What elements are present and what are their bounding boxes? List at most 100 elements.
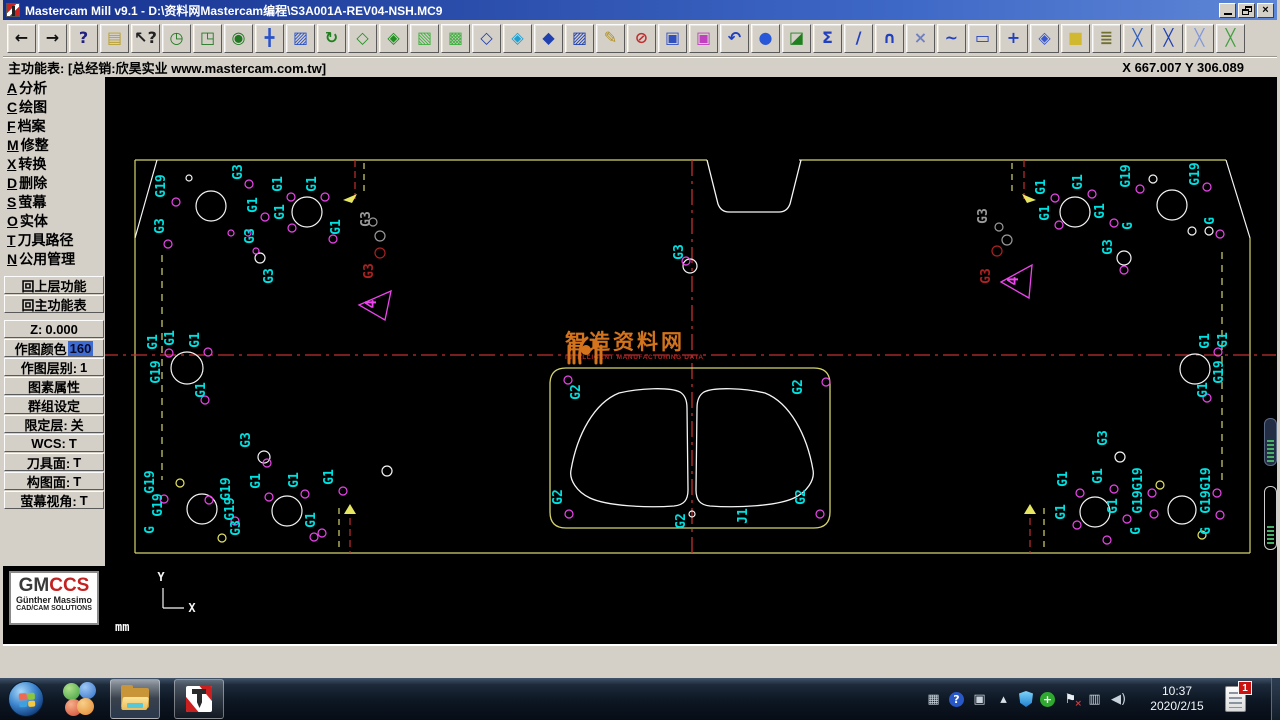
rotate-view-button[interactable]: ↻ bbox=[317, 23, 346, 53]
menu-item-M[interactable]: M 修整 bbox=[3, 136, 105, 155]
hidden-icons-button[interactable]: ▴ bbox=[995, 692, 1012, 707]
network-status-icon[interactable]: ▥ bbox=[1086, 692, 1103, 707]
sidebar-menu: A 分析 C 绘图 F 档案 M 修整 X 转换 D 删除 S 萤幕 O 实体 T 刀具路径 N 公用管理 bbox=[3, 77, 105, 269]
cplane-front-button[interactable]: ◈ bbox=[503, 23, 532, 53]
menu-hotkey: S bbox=[7, 194, 17, 210]
close-button[interactable]: × bbox=[1257, 2, 1274, 18]
nav-button-1[interactable]: 回主功能表 bbox=[4, 295, 104, 313]
menu-item-X[interactable]: X 转换 bbox=[3, 155, 105, 174]
back-button[interactable]: ← bbox=[7, 23, 36, 53]
window-popout-icon[interactable]: ▣ bbox=[971, 692, 988, 707]
cad-circle bbox=[564, 509, 574, 519]
delete-pencil-button[interactable]: ⊘ bbox=[627, 23, 656, 53]
arc-button[interactable]: ∩ bbox=[875, 23, 904, 53]
overlay-slider-top[interactable] bbox=[1264, 418, 1277, 466]
cad-circle bbox=[1122, 514, 1132, 524]
zoom-auto-button[interactable]: ◉ bbox=[224, 23, 253, 53]
security-shield-icon[interactable] bbox=[1019, 691, 1033, 707]
cplane-iso-button[interactable]: ▨ bbox=[565, 23, 594, 53]
cplane-side-button[interactable]: ◆ bbox=[534, 23, 563, 53]
status-button-0[interactable]: Z: 0.000 bbox=[4, 320, 104, 338]
prompt-area[interactable] bbox=[3, 644, 1277, 675]
rectangle-button[interactable]: ▭ bbox=[968, 23, 997, 53]
menu-item-A[interactable]: A 分析 bbox=[3, 79, 105, 98]
status-button-8[interactable]: 构图面: T bbox=[4, 472, 104, 490]
repaint-button[interactable]: ▨ bbox=[286, 23, 315, 53]
trim-curves-button[interactable]: × bbox=[906, 23, 935, 53]
status-button-2[interactable]: 作图层别: 1 bbox=[4, 358, 104, 376]
status-button-5[interactable]: 限定层: 关 bbox=[4, 415, 104, 433]
cad-circle bbox=[1204, 226, 1214, 236]
volume-icon[interactable]: ◀) bbox=[1110, 692, 1127, 707]
restore-button[interactable] bbox=[1238, 2, 1255, 18]
cad-label: G19 bbox=[1119, 164, 1134, 187]
forward-button[interactable]: → bbox=[38, 23, 67, 53]
zoom-window-button[interactable]: ◳ bbox=[193, 23, 222, 53]
gview-iso-button[interactable]: ▩ bbox=[441, 23, 470, 53]
menu-item-S[interactable]: S 萤幕 bbox=[3, 193, 105, 212]
gview-front-button[interactable]: ◈ bbox=[379, 23, 408, 53]
menu-item-C[interactable]: C 绘图 bbox=[3, 98, 105, 117]
file-cabinet-button[interactable]: ▤ bbox=[100, 23, 129, 53]
pan-button[interactable]: ╋ bbox=[255, 23, 284, 53]
status-button-7[interactable]: 刀具面: T bbox=[4, 453, 104, 471]
main-menu-title: 主功能表: [总经销:欣昊实业 www.mastercam.com.tw] bbox=[8, 61, 327, 76]
title-bar[interactable]: Mastercam Mill v9.1 - D:\资料网Mastercam编程\… bbox=[3, 0, 1277, 20]
shading-sphere-button[interactable]: ● bbox=[751, 23, 780, 53]
tray-icons: ▦? ▣ ▴ + ⚑ × ▥ ◀) bbox=[925, 691, 1127, 709]
operations-manager-button[interactable]: ≣ bbox=[1092, 23, 1121, 53]
spline-button[interactable]: ∼ bbox=[937, 23, 966, 53]
xform-trim1-button[interactable]: ╳ bbox=[1123, 23, 1152, 53]
line-button[interactable]: / bbox=[844, 23, 873, 53]
copy-entities-button[interactable]: ▣ bbox=[658, 23, 687, 53]
status-button-3[interactable]: 图素属性 bbox=[4, 377, 104, 395]
menu-item-N[interactable]: N 公用管理 bbox=[3, 250, 105, 269]
analyze-cursor-button[interactable]: ↖? bbox=[131, 23, 160, 53]
attributes-pencil-button[interactable]: ✎ bbox=[596, 23, 625, 53]
taskbar-clock[interactable]: 10:37 2020/2/15 bbox=[1144, 684, 1210, 714]
pinned-app-icon[interactable] bbox=[62, 682, 96, 716]
calculator-sigma-button[interactable]: Σ bbox=[813, 23, 842, 53]
menu-item-O[interactable]: O 实体 bbox=[3, 212, 105, 231]
solids-box-button[interactable]: ■ bbox=[1061, 23, 1090, 53]
start-button[interactable] bbox=[8, 681, 44, 717]
mastercam-app-icon bbox=[6, 3, 20, 17]
zoom-dynamic-button[interactable]: ◷ bbox=[162, 23, 191, 53]
drawing-canvas[interactable]: G19 G3 G3 G1 G1 G1 G1 G1 G3 G3 G3 G3 4 G3 G3 G3 4 G1 G1 G19… bbox=[105, 77, 1277, 644]
mastercam-taskbar-button[interactable] bbox=[174, 679, 224, 719]
notification-doc-icon[interactable]: 1 bbox=[1225, 681, 1252, 712]
xform-trim3-button[interactable]: ╳ bbox=[1185, 23, 1214, 53]
show-desktop-button[interactable] bbox=[1271, 678, 1280, 720]
status-button-1[interactable]: 作图颜色 160 bbox=[4, 339, 104, 357]
surface-button[interactable]: ◈ bbox=[1030, 23, 1059, 53]
undo-button[interactable]: ↶ bbox=[720, 23, 749, 53]
action-center-flag-icon[interactable]: ⚑ × bbox=[1062, 692, 1082, 709]
menu-item-D[interactable]: D 删除 bbox=[3, 174, 105, 193]
cplane-top-button[interactable]: ◇ bbox=[472, 23, 501, 53]
status-button-4[interactable]: 群组设定 bbox=[4, 396, 104, 414]
gview-side-button[interactable]: ▧ bbox=[410, 23, 439, 53]
menu-item-F[interactable]: F 档案 bbox=[3, 117, 105, 136]
explorer-taskbar-button[interactable] bbox=[110, 679, 160, 719]
status-button-6[interactable]: WCS: T bbox=[4, 434, 104, 452]
menu-hotkey: X bbox=[7, 156, 17, 172]
antivirus-plus-icon[interactable]: + bbox=[1040, 691, 1055, 707]
copy-solid-button[interactable]: ◪ bbox=[782, 23, 811, 53]
copy-attributes-button[interactable]: ▣ bbox=[689, 23, 718, 53]
nav-button-0[interactable]: 回上层功能 bbox=[4, 276, 104, 294]
help-button[interactable]: ? bbox=[69, 23, 98, 53]
status-button-9[interactable]: 萤幕视角: T bbox=[4, 491, 104, 509]
cursor-coordinates: X 667.007 Y 306.089 bbox=[1122, 60, 1244, 75]
menu-item-T[interactable]: T 刀具路径 bbox=[3, 231, 105, 250]
cad-label: G3 bbox=[229, 520, 244, 536]
overlay-slider-bottom[interactable] bbox=[1264, 486, 1277, 550]
cad-label: G1 bbox=[1093, 203, 1108, 219]
keyboard-icon[interactable]: ▦ bbox=[925, 692, 942, 707]
xform-trim2-button[interactable]: ╳ bbox=[1154, 23, 1183, 53]
cad-circle bbox=[252, 247, 260, 255]
help-badge-icon[interactable]: ? bbox=[949, 691, 964, 707]
gview-top-button[interactable]: ◇ bbox=[348, 23, 377, 53]
point-button[interactable]: + bbox=[999, 23, 1028, 53]
minimize-button[interactable] bbox=[1219, 2, 1236, 18]
xform-trim4-button[interactable]: ╳ bbox=[1216, 23, 1245, 53]
